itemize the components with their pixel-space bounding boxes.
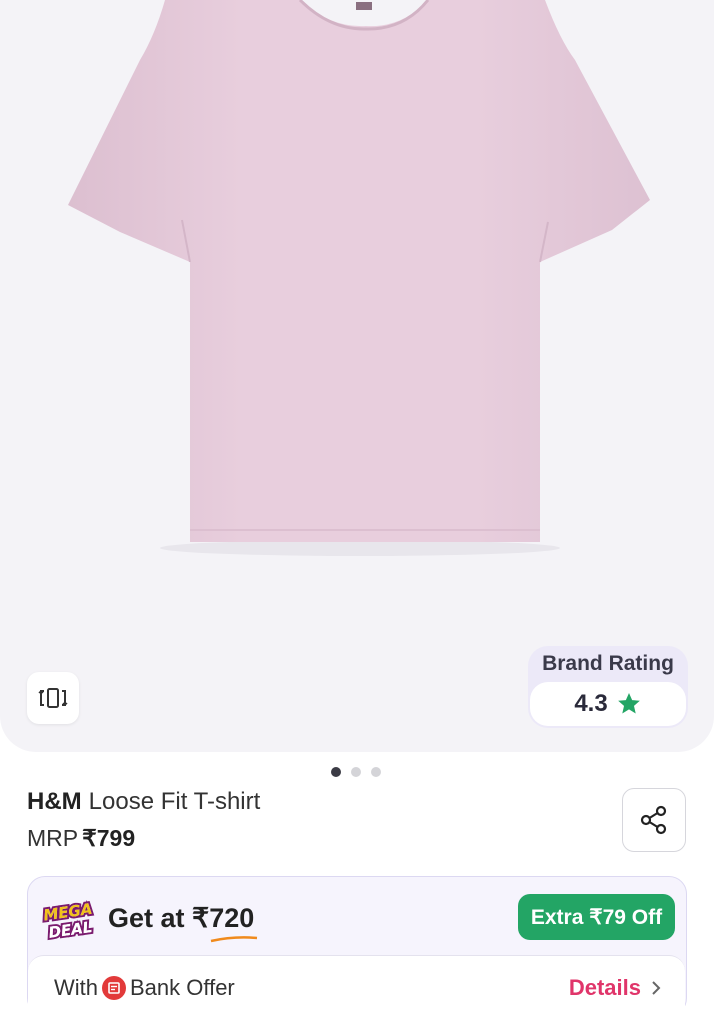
share-button[interactable] (622, 788, 686, 852)
deal-price: Get at ₹720 (108, 903, 258, 943)
carousel-dots (331, 767, 381, 777)
carousel-dot[interactable] (351, 767, 361, 777)
bank-offer-label: Bank Offer (130, 975, 235, 1000)
star-icon (617, 692, 640, 714)
rotate-360-icon (38, 688, 68, 708)
brand-rating-value: 4.3 (574, 690, 608, 717)
product-title: H&M Loose Fit T-shirt (27, 788, 260, 816)
get-at-label: Get at (108, 903, 185, 933)
mega-deal-offer-card: MEGA MEGA DEAL DEAL Get at ₹720 Extra ₹7… (27, 876, 687, 1036)
price-underline (210, 936, 258, 943)
carousel-dot[interactable] (371, 767, 381, 777)
bank-icon (102, 976, 126, 1000)
mrp-price: ₹799 (82, 825, 136, 851)
chevron-right-icon (652, 981, 661, 995)
extra-off-badge: Extra ₹79 Off (518, 894, 675, 940)
details-link[interactable]: Details (569, 975, 661, 1001)
brand-rating-value-box: 4.3 (530, 682, 686, 726)
mega-deal-logo: MEGA MEGA DEAL DEAL (40, 898, 95, 943)
bank-offer-text: With Bank Offer (54, 975, 235, 1001)
details-label: Details (568, 975, 641, 1000)
product-brand[interactable]: H&M (27, 788, 82, 815)
carousel-dot[interactable] (331, 767, 341, 777)
brand-rating-title: Brand Rating (542, 652, 674, 675)
product-image (68, 0, 650, 556)
brand-rating-badge[interactable]: Brand Rating 4.3 (528, 646, 688, 728)
product-mrp: MRP ₹799 (27, 825, 135, 852)
product-image-carousel[interactable]: Brand Rating 4.3 (0, 0, 714, 752)
share-icon (640, 805, 667, 835)
rotate-view-button[interactable] (27, 672, 79, 724)
get-at-price: ₹720 (192, 903, 258, 943)
bank-with-label: With (54, 975, 98, 1000)
bank-offer-row[interactable]: With Bank Offer Details (28, 955, 685, 1036)
product-name: Loose Fit T-shirt (88, 788, 261, 815)
mrp-label: MRP (27, 825, 79, 851)
